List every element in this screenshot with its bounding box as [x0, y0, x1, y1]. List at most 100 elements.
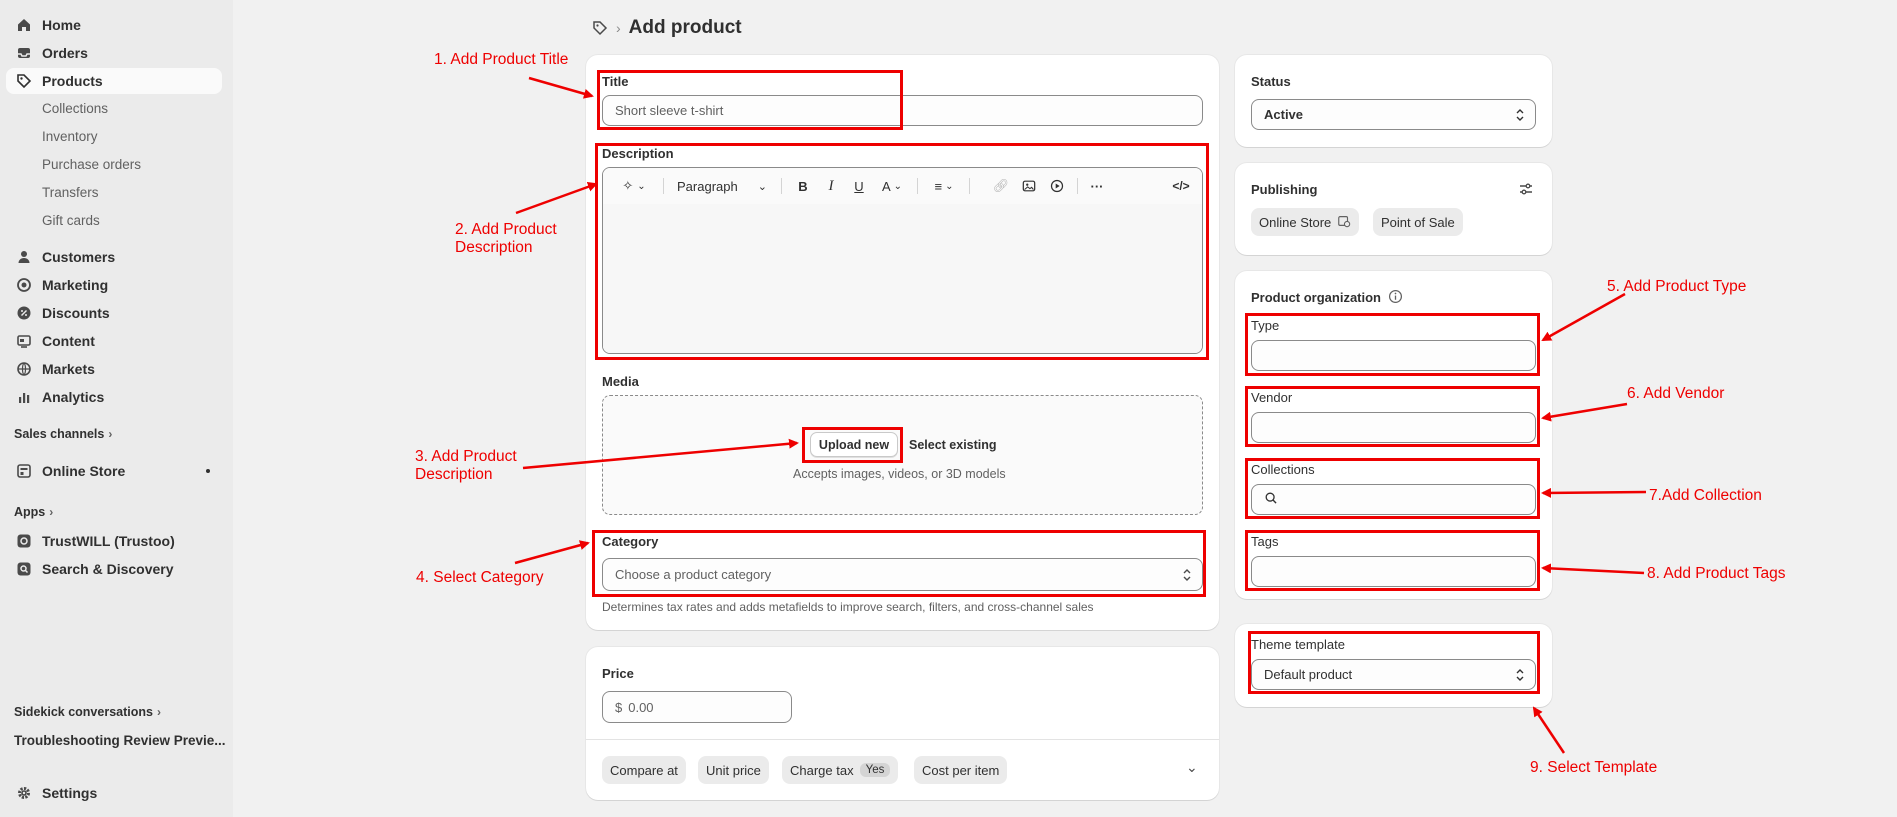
chevron-down-icon: ⌄ [757, 180, 767, 193]
category-select[interactable]: Choose a product category [602, 558, 1203, 591]
status-label: Status [1251, 74, 1291, 89]
sidekick-header[interactable]: Sidekick conversations › [14, 705, 161, 719]
theme-template-value: Default product [1264, 667, 1353, 682]
cost-per-item-label: Cost per item [922, 762, 1000, 778]
sliders-icon[interactable] [1518, 181, 1534, 197]
compare-at-chip[interactable]: Compare at [602, 756, 686, 784]
description-label: Description [602, 146, 674, 161]
nav-online-store[interactable]: Online Store [6, 458, 222, 484]
align-icon[interactable]: ≡ ⌄ [929, 176, 959, 196]
select-existing-link[interactable]: Select existing [909, 438, 997, 452]
image-icon[interactable] [1019, 176, 1039, 196]
apps-label: Apps [14, 505, 46, 519]
nav-products-label: Products [42, 73, 103, 89]
nav-settings[interactable]: Settings [6, 780, 222, 806]
chevron-right-icon: › [49, 505, 54, 519]
nav-trustwill-label: TrustWILL (Trustoo) [42, 533, 175, 549]
bold-icon[interactable]: B [793, 176, 813, 196]
media-hint: Accepts images, videos, or 3D models [793, 467, 1006, 481]
nav-inventory[interactable]: Inventory [42, 129, 98, 144]
nav-transfers[interactable]: Transfers [42, 185, 99, 200]
apps-header[interactable]: Apps › [14, 505, 53, 519]
paragraph-label: Paragraph [677, 178, 738, 194]
text-color-icon[interactable]: A ⌄ [877, 176, 907, 196]
category-label: Category [602, 534, 659, 549]
title-label: Title [602, 74, 629, 89]
media-dropzone[interactable] [602, 395, 1203, 515]
price-input[interactable]: $ 0.00 [602, 691, 792, 723]
nav-customers[interactable]: Customers [6, 244, 222, 270]
nav-trustwill[interactable]: TrustWILL (Trustoo) [6, 528, 222, 554]
arrow-5 [1541, 292, 1626, 342]
online-store-chip[interactable]: Online Store [1251, 208, 1360, 236]
info-icon[interactable] [1388, 289, 1403, 304]
upload-new-button[interactable]: Upload new [810, 432, 898, 457]
tags-input[interactable] [1251, 556, 1536, 587]
category-hint: Determines tax rates and adds metafields… [602, 600, 1094, 614]
nav-search-discovery[interactable]: Search & Discovery [6, 556, 222, 582]
tags-label: Tags [1251, 534, 1279, 549]
point-of-sale-chip[interactable]: Point of Sale [1373, 208, 1463, 236]
nav-purchase-orders[interactable]: Purchase orders [42, 157, 141, 172]
nav-home-label: Home [42, 17, 81, 33]
annotation-8: 8. Add Product Tags [1647, 565, 1786, 582]
page-title: Add product [628, 17, 742, 38]
theme-template-select[interactable]: Default product [1251, 659, 1536, 690]
select-arrows-icon [1516, 668, 1524, 681]
unit-price-chip[interactable]: Unit price [698, 756, 769, 784]
sidekick-label: Sidekick conversations [14, 705, 153, 719]
annotation-5: 5. Add Product Type [1607, 278, 1747, 295]
annotation-2-line2: Description [455, 239, 533, 256]
nav-products[interactable]: Products [6, 68, 222, 94]
nav-orders[interactable]: Orders [6, 40, 222, 66]
tag-icon[interactable] [592, 20, 608, 36]
nav-marketing[interactable]: Marketing [6, 272, 222, 298]
annotation-6: 6. Add Vendor [1627, 385, 1725, 402]
sales-channels-label: Sales channels [14, 427, 105, 441]
more-icon[interactable]: ··· [1087, 176, 1107, 196]
italic-icon[interactable]: I [821, 176, 841, 196]
chevron-right-icon: › [108, 427, 113, 441]
chevron-down-icon[interactable]: ⌄ [1186, 759, 1198, 776]
cost-per-item-chip[interactable]: Cost per item [914, 756, 1008, 784]
compare-at-label: Compare at [610, 762, 678, 778]
description-body[interactable] [603, 204, 1202, 353]
point-of-sale-label: Point of Sale [1381, 214, 1455, 230]
charge-tax-chip[interactable]: Charge tax Yes [782, 756, 899, 784]
collections-input[interactable] [1251, 484, 1536, 515]
unit-price-label: Unit price [706, 762, 761, 778]
store-icon [16, 463, 32, 479]
nav-markets[interactable]: Markets [6, 356, 222, 382]
nav-settings-label: Settings [42, 785, 98, 801]
code-icon[interactable]: </> [1169, 176, 1193, 196]
nav-analytics-label: Analytics [42, 389, 105, 405]
nav-discounts[interactable]: Discounts [6, 300, 222, 326]
sidebar: Home Orders Products Collections Invento… [0, 0, 233, 817]
underline-icon[interactable]: U [849, 176, 869, 196]
nav-content-label: Content [42, 333, 95, 349]
title-input[interactable]: Short sleeve t-shirt [602, 95, 1203, 126]
ai-magic-icon[interactable]: ✧ ⌄ [617, 176, 651, 196]
troubleshooting-conversation[interactable]: Troubleshooting Review Previe... [14, 733, 226, 748]
description-editor: ✧ ⌄ Paragraph ⌄ B I U A ⌄ ≡ ⌄ 🔗︎ ··· </> [602, 167, 1203, 354]
sales-channels-header[interactable]: Sales channels › [14, 427, 112, 441]
vendor-input[interactable] [1251, 412, 1536, 443]
status-select[interactable]: Active [1251, 99, 1536, 130]
person-icon [16, 249, 32, 265]
annotation-4: 4. Select Category [416, 569, 544, 586]
product-organization-label: Product organization [1251, 290, 1381, 305]
paragraph-select[interactable]: Paragraph ⌄ [677, 176, 767, 196]
nav-content[interactable]: Content [6, 328, 222, 354]
annotation-7: 7.Add Collection [1649, 487, 1762, 504]
nav-gift-cards[interactable]: Gift cards [42, 213, 100, 228]
link-icon[interactable]: 🔗︎ [991, 176, 1011, 196]
nav-collections[interactable]: Collections [42, 101, 108, 116]
price-divider [586, 739, 1219, 740]
annotation-2-line1: 2. Add Product [455, 221, 557, 238]
nav-markets-label: Markets [42, 361, 95, 377]
nav-home[interactable]: Home [6, 12, 222, 38]
calendar-clock-icon [1337, 214, 1351, 231]
nav-analytics[interactable]: Analytics [6, 384, 222, 410]
video-icon[interactable] [1047, 176, 1067, 196]
type-input[interactable] [1251, 340, 1536, 371]
